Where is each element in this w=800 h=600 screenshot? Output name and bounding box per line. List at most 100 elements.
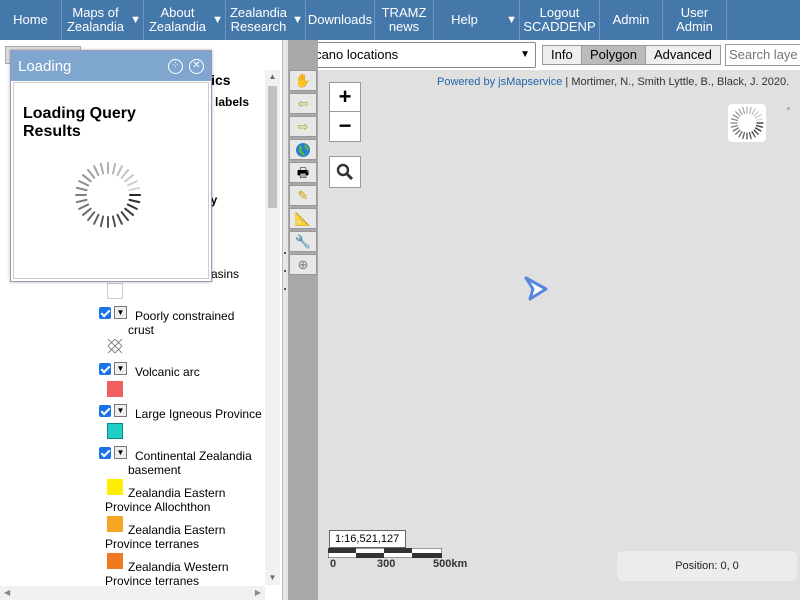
spinner-tick xyxy=(738,131,743,138)
menu-downloads-label: Downloads xyxy=(307,12,373,27)
scale-label-500km: 500km xyxy=(433,558,468,570)
zoom-in-button[interactable]: + xyxy=(329,82,361,112)
legend-label-western-terranes: Zealandia Western Province terranes xyxy=(105,560,229,588)
spinner-tick xyxy=(756,118,764,122)
scroll-up-arrow-icon[interactable]: ▲ xyxy=(268,72,277,82)
spinner-tick xyxy=(753,129,759,135)
loading-spinner-icon xyxy=(730,106,764,140)
menu-logout[interactable]: Logout SCADDENP xyxy=(520,0,600,40)
tab-advanced[interactable]: Advanced xyxy=(645,45,721,65)
menu-zealandia-research[interactable]: Zealandia Research ▼ xyxy=(226,0,306,40)
legend-label-eastern-terranes: Zealandia Eastern Province terranes xyxy=(105,523,226,551)
dialog-move-icon[interactable]: ⁘ xyxy=(168,59,183,74)
menu-admin[interactable]: Admin xyxy=(600,0,663,40)
scroll-down-arrow-icon[interactable]: ▼ xyxy=(268,573,277,583)
spinner-tick xyxy=(111,162,117,175)
layer-checkbox-large-igneous-province[interactable] xyxy=(99,405,111,417)
menu-tramz-news[interactable]: TRAMZ news xyxy=(375,0,434,40)
spinner-tick xyxy=(742,132,746,140)
spinner-tick xyxy=(75,198,88,204)
scroll-left-arrow-icon[interactable]: ◀ xyxy=(4,588,10,597)
target-icon[interactable]: ⊕ xyxy=(289,254,317,275)
draw-tools-icon[interactable]: ✎ xyxy=(289,185,317,206)
menu-home[interactable]: Home xyxy=(0,0,62,40)
menu-admin-label: Admin xyxy=(612,12,650,27)
spinner-tick xyxy=(124,174,135,183)
settings-wrench-icon[interactable]: 🔧 xyxy=(289,231,317,252)
dropdown-arrow-icon: ▼ xyxy=(130,14,141,26)
menu-help-label: Help xyxy=(451,12,478,27)
previous-extent-arrow-icon[interactable]: ⇦ xyxy=(289,93,317,114)
scroll-right-arrow-icon[interactable]: ▶ xyxy=(255,588,261,597)
menu-tramz-label: TRAMZ news xyxy=(381,5,427,34)
dialog-body: Loading Query Results xyxy=(13,82,209,279)
menu-downloads[interactable]: Downloads xyxy=(306,0,375,40)
spinner-tick xyxy=(735,111,741,117)
layer-options-dropdown[interactable]: ▼ xyxy=(114,446,127,459)
menu-help[interactable]: Help ▼ xyxy=(434,0,520,40)
zoom-out-button[interactable]: − xyxy=(329,112,361,142)
menu-user-admin[interactable]: User Admin xyxy=(663,0,727,40)
full-extent-globe-icon[interactable] xyxy=(289,139,317,160)
tab-info[interactable]: Info xyxy=(542,45,582,65)
next-extent-arrow-icon[interactable]: ⇨ xyxy=(289,116,317,137)
loading-message: Loading Query Results xyxy=(23,105,136,140)
splitter-grip-dot xyxy=(284,270,286,272)
menu-maps-of-zealandia[interactable]: Maps of Zealandia ▼ xyxy=(62,0,144,40)
spinner-tick xyxy=(735,129,741,135)
menu-about-zealandia[interactable]: About Zealandia ▼ xyxy=(144,0,226,40)
spinner-tick xyxy=(116,213,123,225)
zoom-box-button[interactable] xyxy=(329,156,361,188)
layer-options-dropdown[interactable]: ▼ xyxy=(114,306,127,319)
spinner-tick xyxy=(78,180,90,187)
map-attribution: Powered by jsMapservice | Mortimer, N., … xyxy=(437,76,789,88)
print-icon[interactable]: 🖶 xyxy=(289,162,317,183)
layer-panel-vertical-scrollbar[interactable]: ▲ ▼ xyxy=(265,70,280,585)
loading-dialog: Loading ⁘ ✕ Loading Query Results xyxy=(10,50,212,282)
loading-spinner-icon xyxy=(75,162,141,228)
spinner-tick xyxy=(748,132,752,140)
scrollbar-thumb[interactable] xyxy=(268,86,277,208)
layer-label-volcanic-arc: Volcanic arc xyxy=(135,365,200,379)
measure-ruler-icon[interactable]: 📐 xyxy=(289,208,317,229)
spinner-tick xyxy=(99,162,105,175)
layer-select[interactable]: Volcano locations ▼ xyxy=(290,42,536,68)
layer-checkbox-volcanic-arc[interactable] xyxy=(99,363,111,375)
map-toolbar: Volcano locations ▼ Info Polygon Advanced… xyxy=(288,40,800,70)
layer-checkbox-poorly-constrained-crust[interactable] xyxy=(99,307,111,319)
spinner-tick xyxy=(126,203,138,210)
menu-about-label: About Zealandia xyxy=(148,5,207,34)
attribution-text: | Mortimer, N., Smith Lyttle, B., Black,… xyxy=(562,76,790,88)
tab-info-label: Info xyxy=(551,47,573,62)
menu-research-label: Zealandia Research xyxy=(229,5,288,34)
jsmapservice-link[interactable]: Powered by jsMapservice xyxy=(437,76,562,88)
layer-search-input[interactable]: Search laye xyxy=(725,44,800,66)
spinner-tick xyxy=(87,211,96,222)
layer-options-dropdown[interactable]: ▼ xyxy=(114,362,127,375)
spinner-tick xyxy=(93,213,100,225)
layer-panel-horizontal-scrollbar[interactable]: ◀ ▶ xyxy=(0,586,265,600)
tab-polygon[interactable]: Polygon xyxy=(581,45,646,65)
menu-maps-label: Maps of Zealandia xyxy=(66,5,125,34)
search-placeholder: Search laye xyxy=(729,47,798,62)
layer-options-dropdown[interactable]: ▼ xyxy=(114,404,127,417)
spinner-tick xyxy=(128,186,141,192)
layer-label-poorly-constrained-crust: Poorly constrained crust xyxy=(128,309,235,337)
map-canvas[interactable] xyxy=(318,70,800,600)
spinner-tick xyxy=(730,124,738,128)
spinner-tick xyxy=(75,186,88,192)
spinner-tick xyxy=(751,108,756,115)
volcanic-arc-swatch xyxy=(107,381,123,397)
spinner-tick xyxy=(756,124,764,128)
spinner-tick xyxy=(81,207,92,216)
spinner-tick xyxy=(116,165,123,177)
layer-checkbox-continental-zealandia-basement[interactable] xyxy=(99,447,111,459)
hatched-crossed-swatch-icon xyxy=(107,338,123,354)
spinner-tick xyxy=(730,118,738,122)
dialog-close-icon[interactable]: ✕ xyxy=(189,59,204,74)
chevron-down-icon: ▼ xyxy=(520,49,530,60)
scale-label-0: 0 xyxy=(330,558,337,570)
tab-polygon-label: Polygon xyxy=(590,47,637,62)
pan-hand-icon[interactable]: ✋ xyxy=(289,70,317,91)
layer-label-large-igneous-province: Large Igneous Province xyxy=(135,407,262,421)
